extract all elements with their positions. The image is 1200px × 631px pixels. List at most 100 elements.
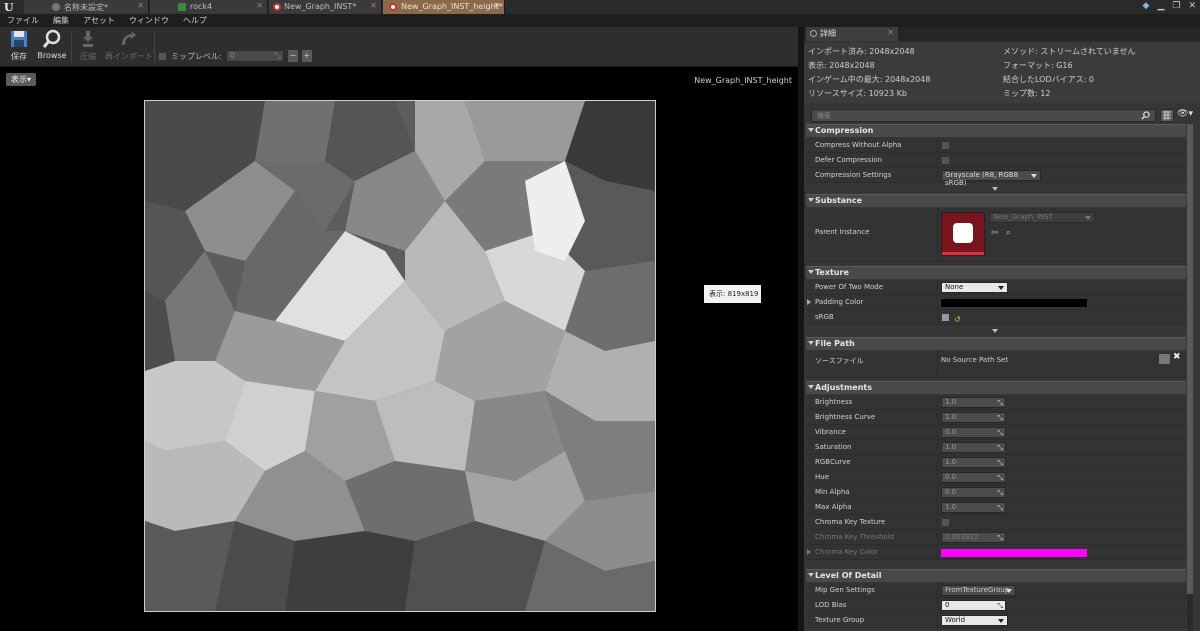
menu-asset[interactable]: アセット <box>76 14 122 27</box>
srgb-checkbox[interactable] <box>941 313 950 322</box>
compress-without-alpha-checkbox[interactable] <box>941 141 950 150</box>
drag-grip-icon: ⤡ <box>997 414 1003 422</box>
clear-path-icon[interactable]: ✖ <box>1173 352 1181 362</box>
max-alpha-input[interactable]: 1.0 ⤡ <box>941 502 1006 513</box>
row-rgb-curve: RGBCurve 1.0 ⤡ <box>806 455 1186 470</box>
menu-file[interactable]: ファイル <box>0 14 46 27</box>
details-search-input[interactable]: 検索 <box>811 109 1156 122</box>
row-hue: Hue 0.0 ⤡ <box>806 470 1186 485</box>
substance-thumbnail[interactable] <box>941 212 985 256</box>
chroma-key-texture-checkbox[interactable] <box>941 518 950 527</box>
tab-new-graph-inst[interactable]: New_Graph_INST* ✕ <box>269 0 382 14</box>
drag-grip-icon: ⤡ <box>997 399 1003 407</box>
property-label: Padding Color <box>815 298 864 306</box>
reimport-button[interactable]: 再インポート <box>105 29 153 65</box>
substance-icon <box>389 3 397 11</box>
mip-level-checkbox[interactable] <box>158 51 167 61</box>
info-format: フォーマット: G16 <box>1003 61 1073 70</box>
mip-increase-button[interactable]: + <box>301 50 312 62</box>
brightness-curve-input[interactable]: 1.0 ⤡ <box>941 412 1006 423</box>
rgb-curve-input[interactable]: 1.0 ⤡ <box>941 457 1006 468</box>
close-icon[interactable]: ✕ <box>256 1 263 10</box>
property-label: LOD Bias <box>815 601 847 609</box>
vibrance-input[interactable]: 0.0 ⤡ <box>941 427 1006 438</box>
close-icon[interactable]: ✕ <box>137 1 144 10</box>
advanced-expand-icon[interactable] <box>992 187 998 191</box>
menu-window[interactable]: ウィンドウ <box>122 14 176 27</box>
hue-input[interactable]: 0.0 ⤡ <box>941 472 1006 483</box>
maximize-icon[interactable]: ❐ <box>1172 1 1180 11</box>
reimport-label: 再インポート <box>105 52 153 61</box>
section-texture[interactable]: Texture <box>806 266 1186 279</box>
mip-decrease-button[interactable]: − <box>287 50 298 62</box>
save-label: 保存 <box>11 52 27 61</box>
menu-help[interactable]: ヘルプ <box>176 14 214 27</box>
close-icon[interactable]: ✕ <box>887 28 894 37</box>
section-adjustments[interactable]: Adjustments <box>806 381 1186 394</box>
tab-details[interactable]: 詳細 ✕ <box>806 27 898 41</box>
tab-label: rock4 <box>190 2 213 11</box>
tab-rock4[interactable]: rock4 ✕ <box>150 0 268 14</box>
browse-magnifier-icon[interactable]: ⌕ <box>1006 228 1011 238</box>
minimize-icon[interactable]: ▁ <box>1157 1 1164 11</box>
scrollbar-thumb[interactable] <box>1187 124 1193 594</box>
collapse-arrow-icon <box>808 128 814 132</box>
numeric-value: 1.0 <box>945 413 957 421</box>
material-icon <box>178 3 186 11</box>
menu-bar: ファイル 編集 アセット ウィンドウ ヘルプ <box>0 14 1200 27</box>
reimport-icon <box>122 31 136 45</box>
mip-level-control: ミップレベル: 0 ⤡ − + <box>158 49 312 63</box>
use-selected-arrow-icon[interactable]: ⇦ <box>991 228 999 238</box>
numeric-value: 0 <box>945 601 950 609</box>
chroma-key-color-swatch[interactable] <box>941 549 1087 557</box>
feedback-icon[interactable]: ◆ <box>1143 1 1150 11</box>
power-of-two-dropdown[interactable]: None <box>941 282 1008 293</box>
expand-arrow-icon[interactable] <box>807 549 811 555</box>
min-alpha-input[interactable]: 0.0 ⤡ <box>941 487 1006 498</box>
texture-preview[interactable] <box>144 100 656 612</box>
mip-level-label: ミップレベル: <box>171 51 222 61</box>
lod-bias-input[interactable]: 0 ⤡ <box>941 600 1006 611</box>
defer-compression-checkbox[interactable] <box>941 156 950 165</box>
texture-group-dropdown[interactable]: World <box>941 615 1008 626</box>
details-scrollbar[interactable] <box>1187 124 1193 631</box>
property-matrix-button[interactable] <box>1160 109 1174 122</box>
brightness-input[interactable]: 1.0 ⤡ <box>941 397 1006 408</box>
search-icon[interactable] <box>1141 111 1150 120</box>
property-label: Brightness Curve <box>815 413 876 421</box>
section-compression[interactable]: Compression <box>806 124 1186 137</box>
tab-new-graph-inst-height[interactable]: New_Graph_INST_height* ✕ <box>383 0 505 14</box>
mip-level-input[interactable]: 0 ⤡ <box>225 50 284 62</box>
info-resource-size: リソースサイズ: 10923 Kb <box>808 89 907 98</box>
advanced-expand-icon[interactable] <box>992 329 998 333</box>
texture-viewport[interactable]: 表示▾ New_Graph_INST_height 表示: 819x819 <box>3 70 798 628</box>
section-substance[interactable]: Substance <box>806 194 1186 207</box>
reset-to-default-icon[interactable]: ↺ <box>954 315 961 324</box>
close-icon[interactable]: ✕ <box>493 1 500 10</box>
expand-arrow-icon[interactable] <box>807 299 811 305</box>
unreal-logo-icon[interactable]: U <box>4 1 18 14</box>
view-options-button[interactable]: 表示▾ <box>6 73 37 86</box>
padding-color-swatch[interactable] <box>941 299 1087 307</box>
property-label: Chroma Key Threshold <box>815 533 895 541</box>
menu-edit[interactable]: 編集 <box>46 14 76 27</box>
close-icon[interactable]: ✕ <box>370 1 377 10</box>
close-window-icon[interactable]: ✕ <box>1188 1 1196 11</box>
section-file-path[interactable]: File Path <box>806 337 1186 350</box>
tab-untitled[interactable]: 名称未設定* ✕ <box>24 0 149 14</box>
mip-gen-settings-dropdown[interactable]: FromTextureGroup <box>941 585 1016 596</box>
save-button[interactable]: 保存 <box>4 29 34 65</box>
section-level-of-detail[interactable]: Level Of Detail <box>806 569 1186 582</box>
collapse-arrow-icon <box>808 270 814 274</box>
browse-button[interactable]: Browse <box>37 29 67 65</box>
numeric-value: 1.0 <box>945 443 957 451</box>
row-chroma-key-color: Chroma Key Color <box>806 545 1186 560</box>
property-label: sRGB <box>815 313 834 321</box>
compression-settings-dropdown[interactable]: Grayscale (R8, RGB8 sRGB) <box>941 170 1041 187</box>
view-options-eye-button[interactable]: 👁▾ <box>1177 109 1193 122</box>
chroma-key-threshold-input[interactable]: 0.003922 ⤡ <box>941 532 1006 543</box>
parent-instance-picker[interactable]: New_Graph_INST <box>989 212 1095 223</box>
compress-button[interactable]: 圧縮 <box>73 29 103 65</box>
saturation-input[interactable]: 1.0 ⤡ <box>941 442 1006 453</box>
browse-folder-icon[interactable] <box>1159 354 1170 364</box>
